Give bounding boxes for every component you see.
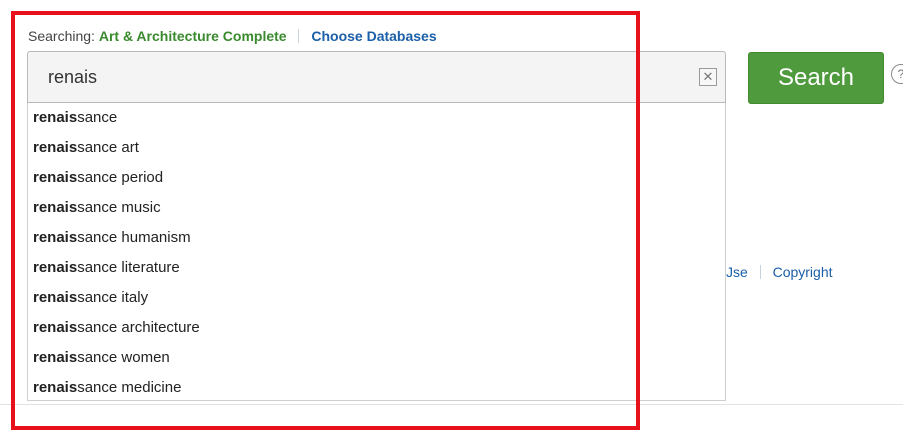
clear-search-icon[interactable]: ✕ xyxy=(699,68,717,86)
choose-databases-link[interactable]: Choose Databases xyxy=(311,28,436,44)
searching-line: Searching: Art & Architecture Complete C… xyxy=(28,26,437,46)
suggestion-item[interactable]: renaissance music xyxy=(28,193,725,223)
suggestion-item[interactable]: renaissance architecture xyxy=(28,313,725,343)
searching-label: Searching: xyxy=(28,28,95,44)
divider xyxy=(759,265,761,279)
help-icon[interactable]: ? xyxy=(891,64,903,84)
copyright-link[interactable]: Copyright xyxy=(773,264,833,280)
suggestion-item[interactable]: renaissance medicine xyxy=(28,373,725,400)
database-name: Art & Architecture Complete xyxy=(98,28,287,44)
suggestion-item[interactable]: renaissance women xyxy=(28,343,725,373)
suggestion-item[interactable]: renaissance xyxy=(28,103,725,133)
suggestion-item[interactable]: renaissance period xyxy=(28,163,725,193)
search-input[interactable]: renais xyxy=(27,51,726,103)
footer-links: Jse Copyright xyxy=(726,262,833,282)
suggestion-item[interactable]: renaissance literature xyxy=(28,253,725,283)
suggestion-item[interactable]: renaissance art xyxy=(28,133,725,163)
footer-divider xyxy=(0,404,903,405)
suggestion-item[interactable]: renaissance humanism xyxy=(28,223,725,253)
autocomplete-suggestions: renaissance renaissance art renaissance … xyxy=(27,103,726,401)
divider xyxy=(298,29,300,43)
search-button[interactable]: Search xyxy=(748,52,884,104)
suggestion-item[interactable]: renaissance italy xyxy=(28,283,725,313)
terms-of-use-link[interactable]: Jse xyxy=(726,264,748,280)
